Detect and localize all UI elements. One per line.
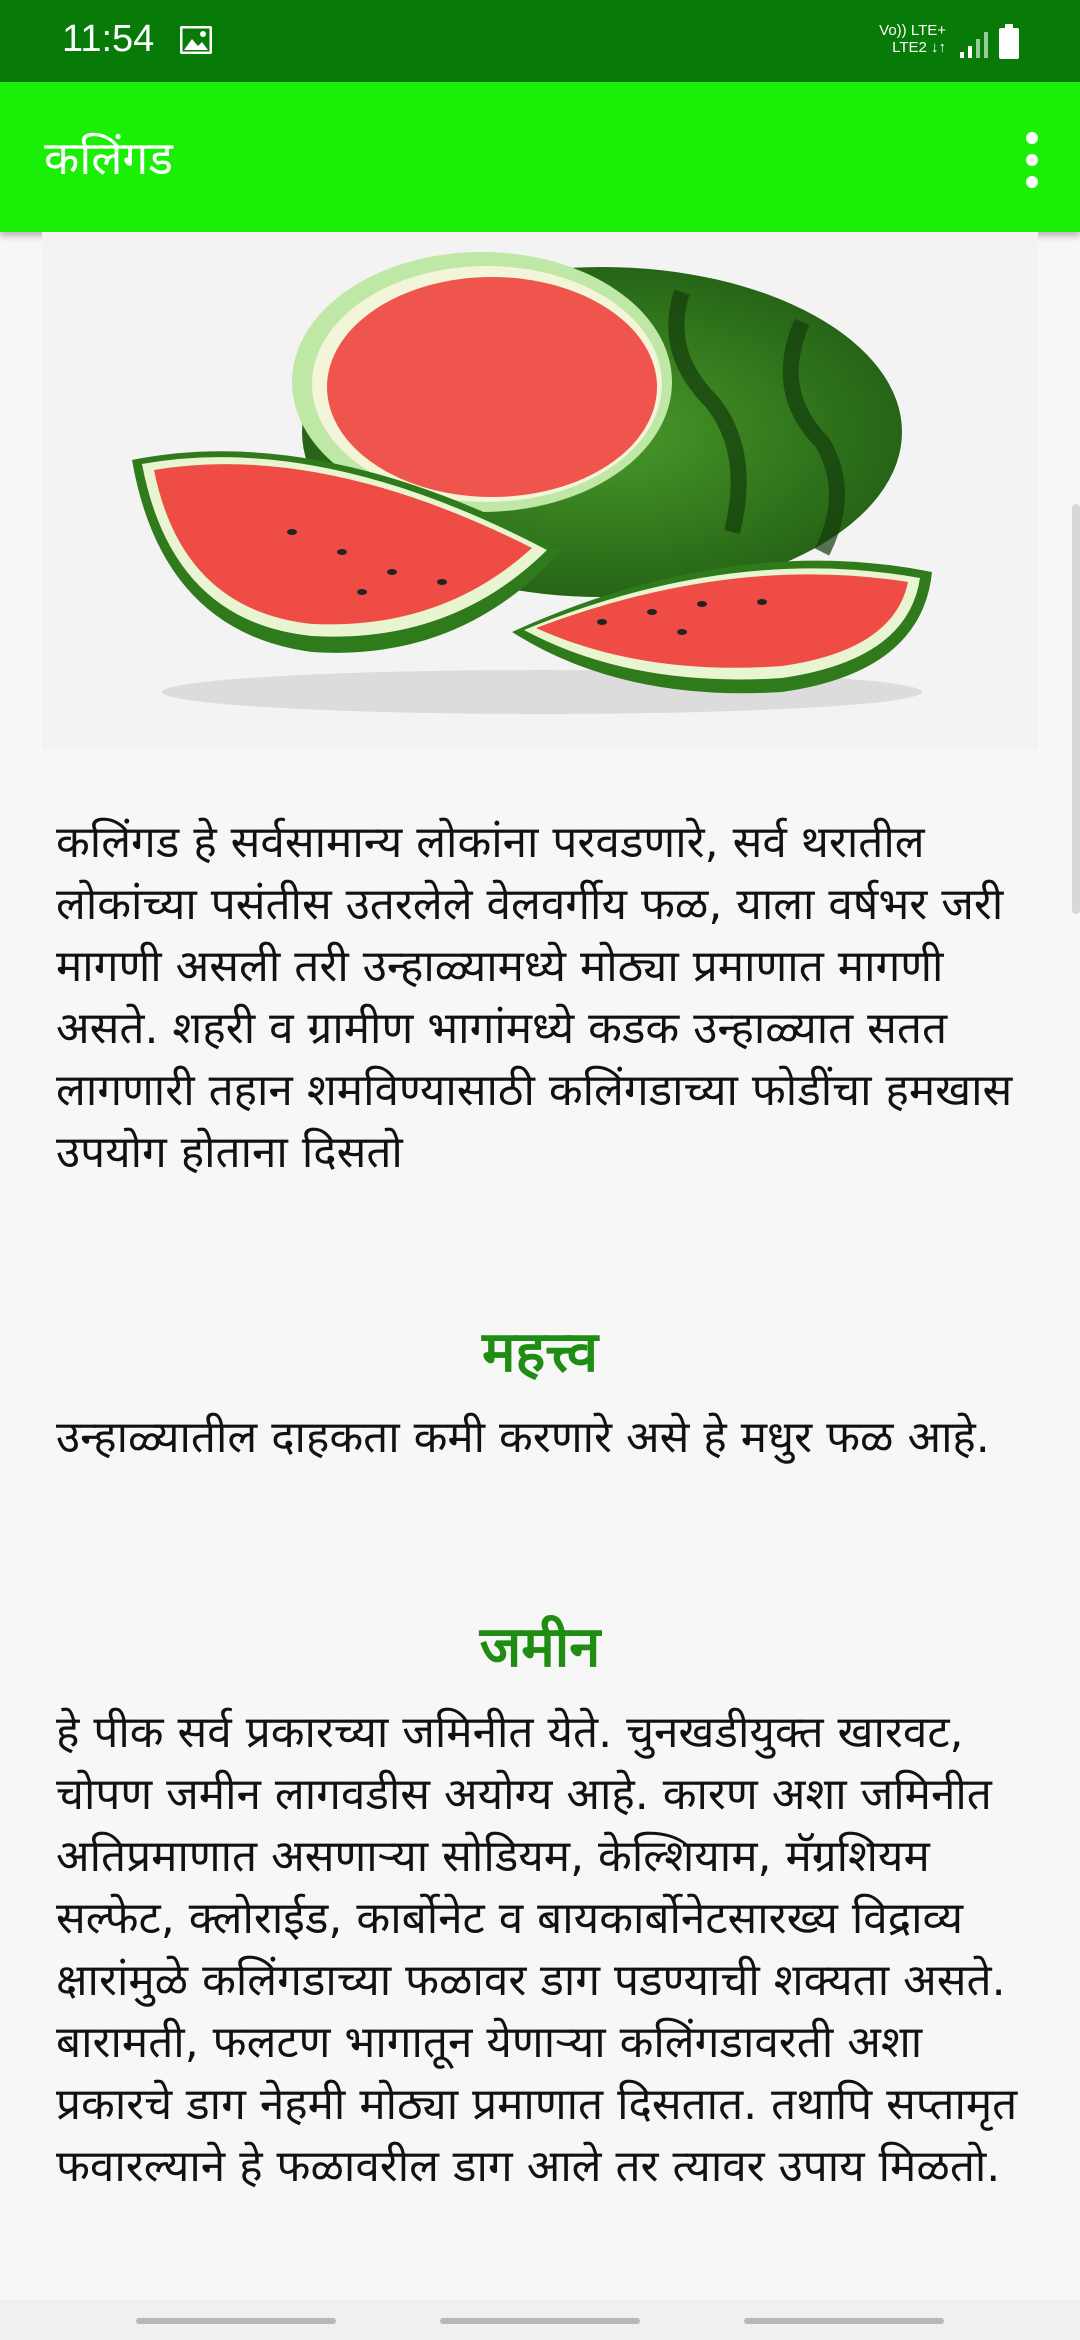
network-line-1: Vo)) LTE+ [879, 22, 946, 39]
intro-paragraph: कलिंगड हे सर्वसामान्य लोकांना परवडणारे, … [56, 817, 1013, 1178]
watermelon-image [42, 232, 1038, 750]
status-time: 11:54 [62, 18, 155, 60]
gallery-notification-icon [179, 25, 213, 55]
nav-back-handle[interactable] [136, 2318, 336, 2324]
section-heading-soil: जमीन [479, 1615, 601, 1680]
section-body-soil: हे पीक सर्व प्रकारच्या जमिनीत येते. चुनख… [56, 1707, 1018, 2192]
section-heading-importance: महत्त्व [482, 1320, 598, 1385]
article-scroll-view[interactable]: कलिंगड हे सर्वसामान्य लोकांना परवडणारे, … [0, 232, 1080, 2300]
system-nav-bar [0, 2300, 1080, 2340]
app-title: कलिंगड [44, 131, 173, 185]
battery-icon [998, 24, 1020, 64]
scrollbar[interactable] [1072, 504, 1080, 914]
nav-home-handle[interactable] [440, 2318, 640, 2324]
network-type-label: Vo)) LTE+ LTE2 ↓↑ [876, 22, 946, 56]
section-body-importance: उन्हाळ्यातील दाहकता कमी करणारे असे हे मध… [56, 1412, 990, 1463]
network-line-2: LTE2 ↓↑ [892, 39, 946, 56]
more-vert-icon [1026, 132, 1038, 188]
signal-icon [958, 30, 992, 64]
app-bar: कलिंगड [0, 82, 1080, 232]
overflow-menu-button[interactable] [1002, 120, 1062, 200]
nav-recents-handle[interactable] [744, 2318, 944, 2324]
status-bar: 11:54 Vo)) LTE+ LTE2 ↓↑ [0, 0, 1080, 82]
